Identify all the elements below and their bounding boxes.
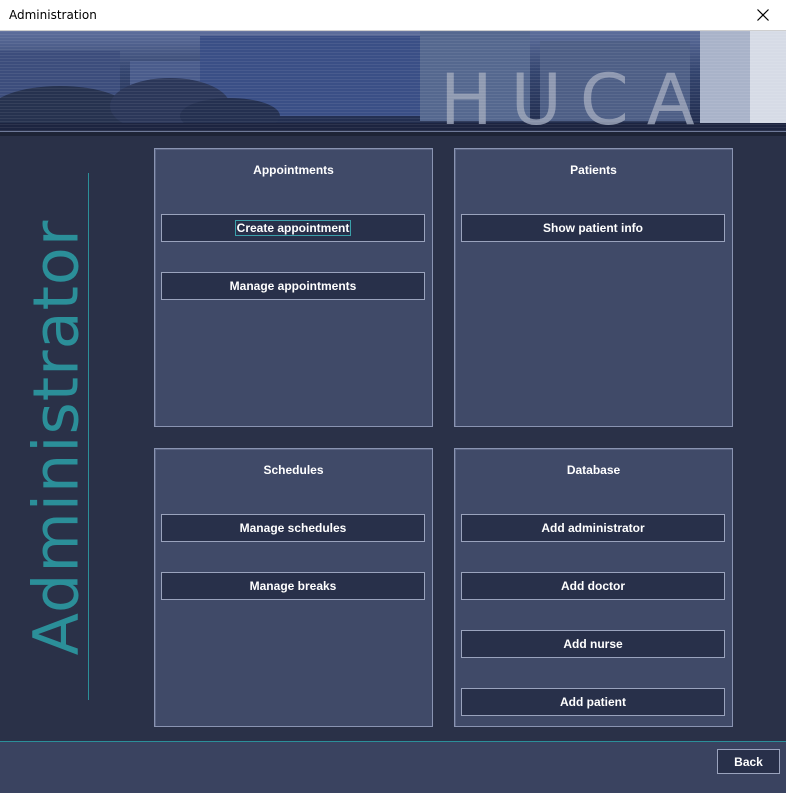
schedules-panel: Schedules Manage schedules Manage breaks: [154, 448, 433, 727]
buildings-illustration: [0, 31, 786, 131]
show-patient-info-label: Show patient info: [543, 221, 643, 235]
database-panel: Database Add administrator Add doctor Ad…: [454, 448, 733, 727]
add-patient-button[interactable]: Add patient: [461, 688, 725, 716]
appointments-panel: Appointments Create appointment Manage a…: [154, 148, 433, 427]
manage-appointments-button[interactable]: Manage appointments: [161, 272, 425, 300]
role-divider: [88, 173, 89, 700]
hospital-banner: HUCA: [0, 31, 786, 131]
manage-breaks-button[interactable]: Manage breaks: [161, 572, 425, 600]
create-appointment-label: Create appointment: [234, 220, 352, 236]
add-doctor-label: Add doctor: [561, 579, 625, 593]
appointments-title: Appointments: [253, 163, 334, 177]
add-nurse-label: Add nurse: [563, 637, 623, 651]
role-label-text: Administrator: [19, 219, 93, 656]
patients-panel: Patients Show patient info: [454, 148, 733, 427]
add-administrator-button[interactable]: Add administrator: [461, 514, 725, 542]
back-label: Back: [734, 754, 763, 769]
footer-bar: [0, 742, 786, 793]
database-title: Database: [566, 463, 621, 477]
role-label: Administrator: [20, 175, 93, 700]
banner-logo-text: HUCA: [440, 59, 713, 131]
add-patient-label: Add patient: [560, 695, 626, 709]
window-title: Administration: [9, 8, 97, 22]
close-icon: [757, 9, 769, 21]
add-nurse-button[interactable]: Add nurse: [461, 630, 725, 658]
add-administrator-label: Add administrator: [541, 521, 645, 535]
banner-separator: [0, 131, 786, 136]
manage-schedules-button[interactable]: Manage schedules: [161, 514, 425, 542]
manage-schedules-label: Manage schedules: [239, 521, 347, 535]
manage-appointments-label: Manage appointments: [229, 279, 357, 293]
schedules-title: Schedules: [263, 463, 324, 477]
manage-breaks-label: Manage breaks: [249, 579, 337, 593]
add-doctor-button[interactable]: Add doctor: [461, 572, 725, 600]
patients-title: Patients: [570, 163, 617, 177]
title-bar: Administration: [0, 0, 786, 31]
close-button[interactable]: [740, 0, 786, 30]
show-patient-info-button[interactable]: Show patient info: [461, 214, 725, 242]
back-button[interactable]: Back: [717, 749, 780, 774]
create-appointment-button[interactable]: Create appointment: [161, 214, 425, 242]
